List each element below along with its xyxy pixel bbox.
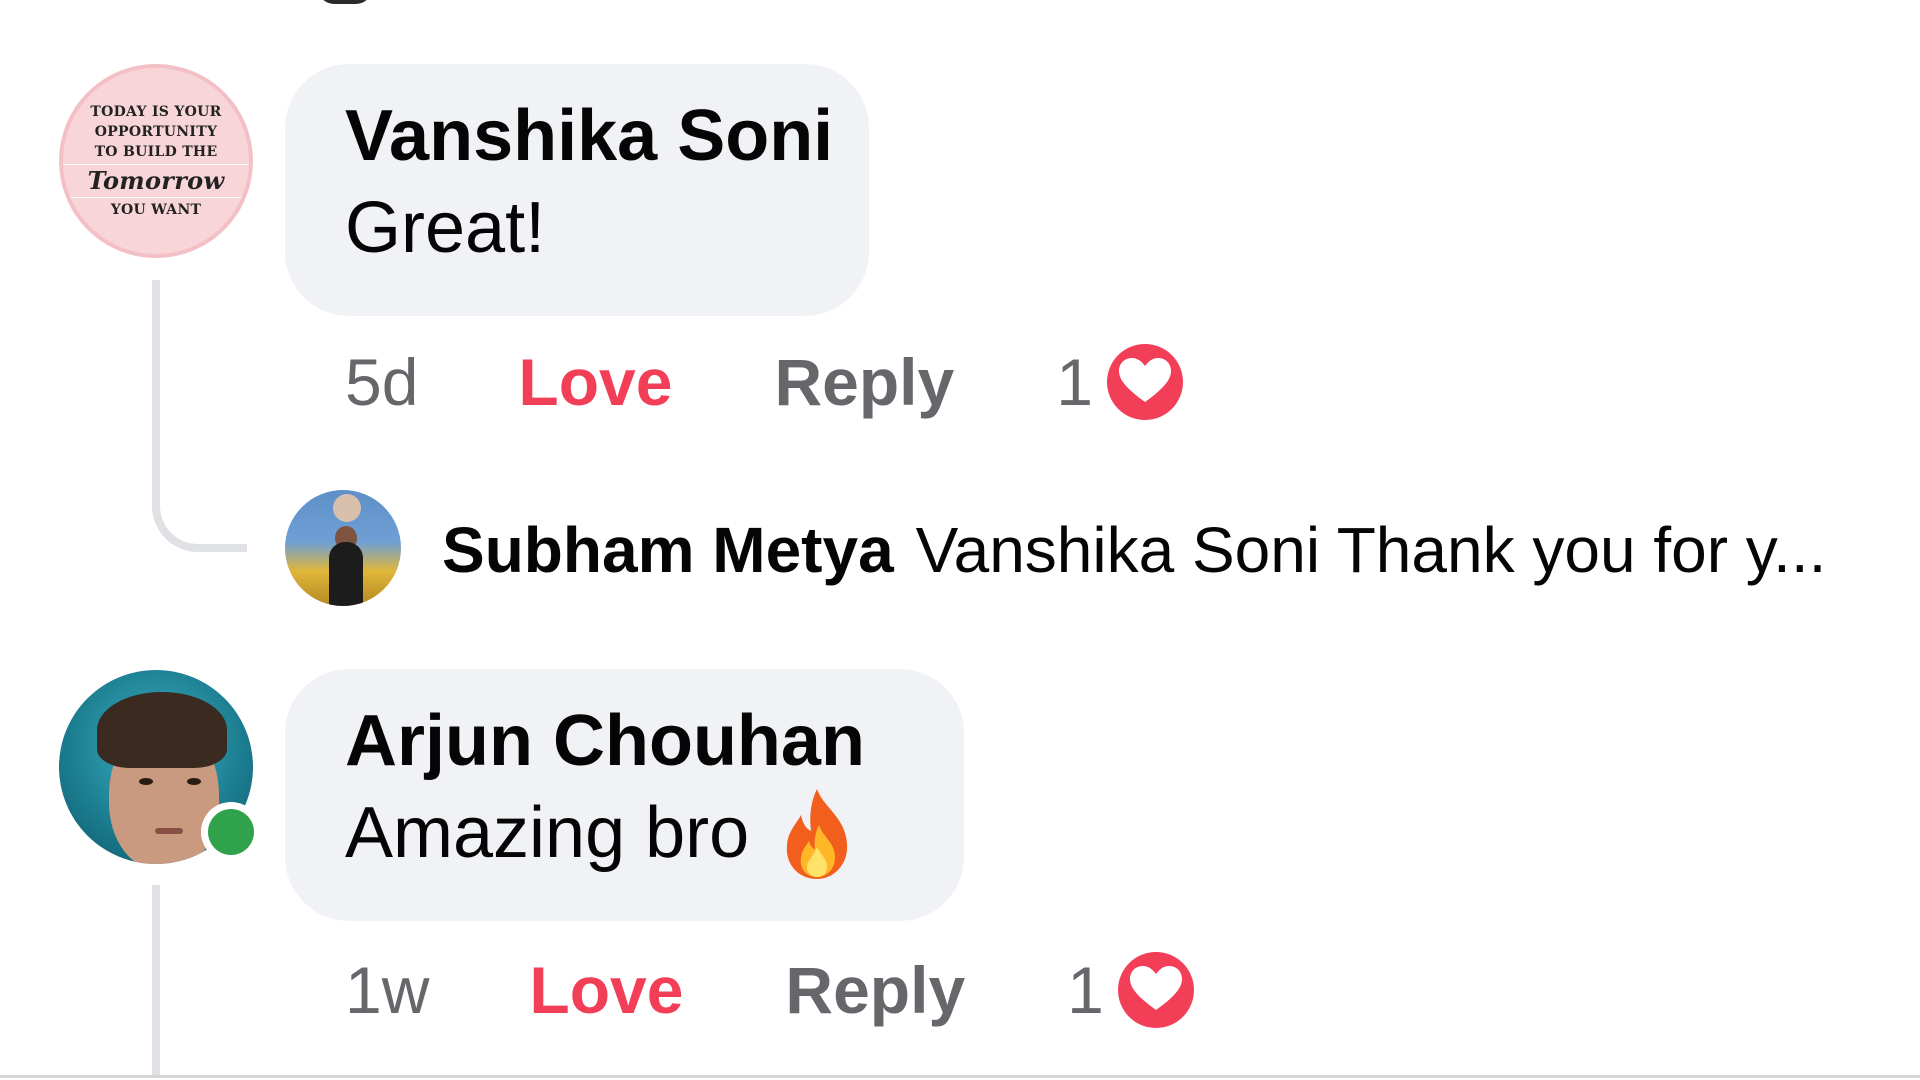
comment-bubble[interactable]: Arjun Chouhan Amazing bro [285,669,964,921]
online-status-indicator [201,802,261,862]
reply-preview[interactable]: Subham Metya Vanshika Soni Thank you for … [442,512,1826,588]
heart-icon[interactable] [1116,950,1196,1030]
comment-author[interactable]: Arjun Chouhan [345,699,904,783]
reply-text: Vanshika Soni Thank you for y... [915,514,1827,586]
comment-timestamp[interactable]: 5d [345,344,418,420]
comment-thread: TODAY IS YOUR OPPORTUNITY TO BUILD THE T… [0,0,1920,1080]
reply-button[interactable]: Reply [774,344,954,420]
avatar-quote-line: TO BUILD THE [94,144,218,160]
love-button[interactable]: Love [518,344,672,420]
thread-connector [152,420,247,552]
avatar-quote-line: OPPORTUNITY [94,124,218,140]
divider [0,1075,1920,1078]
love-button[interactable]: Love [529,952,683,1028]
comment-actions: 1w Love Reply 1 [345,950,1196,1030]
avatar-quote-script: Tomorrow [63,164,249,198]
comment-author[interactable]: Vanshika Soni [345,94,833,178]
avatar-quote-line: TODAY IS YOUR [90,104,222,120]
comment-text-content: Amazing bro [345,793,750,873]
avatar-vanshika-soni[interactable]: TODAY IS YOUR OPPORTUNITY TO BUILD THE T… [59,64,253,258]
reply-author[interactable]: Subham Metya [442,514,894,586]
avatar-subham-metya[interactable] [285,490,401,606]
previous-avatar-edge [318,0,372,4]
fire-icon [787,789,848,879]
comment-text: Great! [345,188,546,268]
comment-bubble[interactable]: Vanshika Soni Great! [285,64,869,316]
avatar-quote-line: YOU WANT [110,202,202,218]
thread-line [152,885,160,1075]
comment-text: Amazing bro [345,783,904,883]
heart-icon[interactable] [1105,342,1185,422]
comment-timestamp[interactable]: 1w [345,952,429,1028]
comment-actions: 5d Love Reply 1 [345,342,1185,422]
thread-line [152,280,160,430]
reply-button[interactable]: Reply [785,952,965,1028]
reaction-count[interactable]: 1 [1056,344,1093,420]
reaction-count[interactable]: 1 [1067,952,1104,1028]
